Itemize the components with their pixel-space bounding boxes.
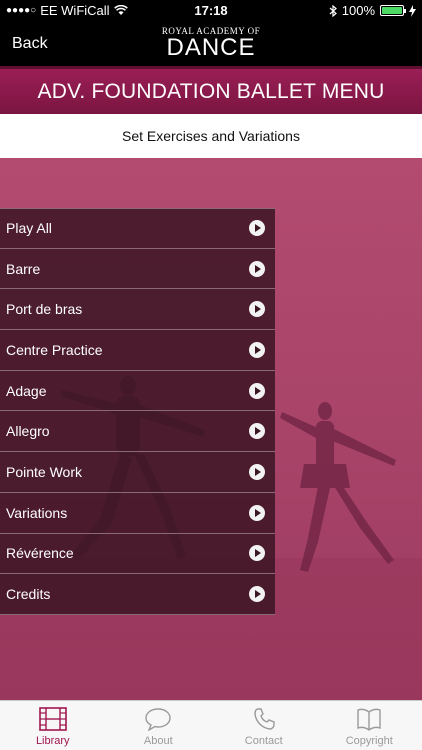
play-icon <box>249 586 265 603</box>
film-icon <box>38 707 67 731</box>
play-icon <box>249 463 265 480</box>
phone-icon <box>254 708 275 730</box>
menu-item-allegro[interactable]: Allegro <box>0 411 275 453</box>
menu-item-variations[interactable]: Variations <box>0 492 275 534</box>
battery-icon <box>380 5 406 16</box>
play-icon <box>249 382 265 399</box>
menu-item-credits[interactable]: Credits <box>0 574 275 615</box>
speech-bubble-icon <box>145 708 171 731</box>
menu-item-adage[interactable]: Adage <box>0 370 275 412</box>
tab-copyright[interactable]: Copyright <box>317 701 422 750</box>
menu-item-pointe-work[interactable]: Pointe Work <box>0 452 275 493</box>
play-icon <box>249 260 265 277</box>
menu-title-banner: ADV. FOUNDATION BALLET MENU <box>0 66 422 114</box>
play-icon <box>249 504 265 521</box>
tab-about[interactable]: About <box>106 701 212 750</box>
book-icon <box>357 708 381 731</box>
menu-item-label: Play All <box>6 220 52 237</box>
menu-list: Play All Barre Port de bras Centre Pract… <box>0 208 275 615</box>
tab-library-label: Library <box>35 735 70 747</box>
navigation-bar: Back ROYAL ACADEMY OF DANCE <box>0 22 422 66</box>
menu-item-label: Allegro <box>6 423 50 440</box>
play-icon <box>249 423 265 440</box>
tab-copyright-label: Copyright <box>345 735 393 747</box>
status-bar: ●●●●○ EE WiFiCall 17:18 100% <box>0 0 422 22</box>
menu-item-label: Adage <box>6 382 47 399</box>
bluetooth-icon <box>329 4 337 17</box>
charging-bolt-icon <box>409 4 416 17</box>
menu-item-centre-practice[interactable]: Centre Practice <box>0 330 275 371</box>
menu-item-label: Pointe Work <box>6 463 82 480</box>
menu-item-label: Credits <box>6 586 51 603</box>
menu-item-play-all[interactable]: Play All <box>0 208 275 249</box>
battery-percent: 100% <box>341 3 375 18</box>
tab-contact-label: Contact <box>244 735 283 747</box>
tab-about-label: About <box>143 735 173 747</box>
subtitle: Set Exercises and Variations <box>0 114 422 158</box>
play-icon <box>249 341 265 358</box>
menu-item-label: Révérence <box>6 545 74 562</box>
menu-item-label: Barre <box>6 260 41 277</box>
play-icon <box>249 545 265 562</box>
menu-item-label: Port de bras <box>6 301 83 318</box>
play-icon <box>249 220 265 237</box>
play-icon <box>249 301 265 318</box>
tab-bar: Library About Contact Copyright <box>0 700 422 750</box>
status-right: 100% <box>329 3 416 18</box>
tab-contact[interactable]: Contact <box>211 701 317 750</box>
logo-big-text: DANCE <box>166 34 256 61</box>
menu-item-port-de-bras[interactable]: Port de bras <box>0 289 275 331</box>
tab-library[interactable]: Library <box>0 701 106 750</box>
menu-item-label: Centre Practice <box>6 341 103 358</box>
menu-item-label: Variations <box>6 504 68 521</box>
menu-item-reverence[interactable]: Révérence <box>0 533 275 575</box>
rad-logo: ROYAL ACADEMY OF DANCE <box>0 26 422 60</box>
menu-item-barre[interactable]: Barre <box>0 248 275 290</box>
